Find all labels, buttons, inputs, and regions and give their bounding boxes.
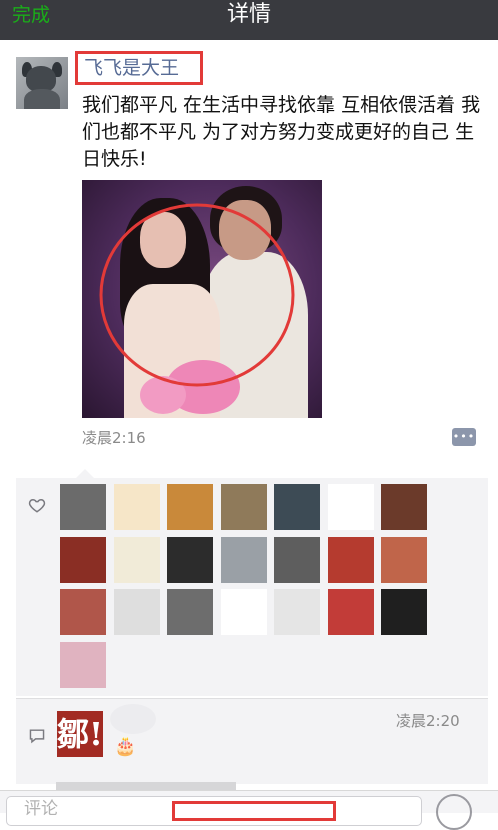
page-title: 详情	[226, 2, 271, 27]
post-time: 凌晨2:16	[82, 429, 146, 447]
avatar-body	[24, 89, 60, 109]
post-photo[interactable]	[82, 180, 322, 418]
avatar[interactable]	[60, 484, 106, 530]
nav-bar: 完成 详情	[0, 0, 498, 40]
avatar[interactable]	[113, 589, 160, 635]
avatar[interactable]	[274, 589, 320, 635]
author-name[interactable]: 飞飞是大王	[75, 51, 203, 85]
cake-icon: 🎂	[114, 736, 137, 757]
dots-glyph: •••	[452, 430, 476, 443]
avatar[interactable]	[327, 536, 374, 583]
avatar[interactable]	[381, 484, 427, 530]
avatar[interactable]	[220, 536, 267, 583]
commenter-avatar[interactable]: 鄒!	[57, 711, 103, 757]
smiley-icon[interactable]	[436, 794, 472, 830]
avatar[interactable]	[113, 484, 160, 530]
avatar[interactable]	[381, 589, 427, 635]
avatar[interactable]	[381, 536, 427, 583]
comment-input-placeholder: 评论	[24, 799, 58, 819]
avatar[interactable]	[113, 536, 160, 583]
comment-time: 凌晨2:20	[396, 712, 460, 730]
comment-dots-icon[interactable]: •••	[452, 428, 476, 446]
avatar[interactable]	[167, 536, 213, 583]
avatar[interactable]	[327, 589, 374, 635]
avatar[interactable]	[220, 589, 267, 635]
comment-icon	[29, 729, 45, 744]
avatar[interactable]	[60, 536, 106, 583]
avatar[interactable]	[60, 641, 106, 688]
next-comment	[56, 782, 236, 790]
avatar[interactable]	[167, 589, 213, 635]
avatar[interactable]	[274, 536, 320, 583]
avatar[interactable]	[327, 484, 374, 530]
author-avatar[interactable]	[16, 57, 68, 109]
avatar[interactable]	[220, 484, 267, 530]
heart-icon	[28, 498, 46, 513]
commenter-name[interactable]	[110, 704, 156, 734]
avatar[interactable]	[167, 484, 213, 530]
post-text: 我们都平凡 在生活中寻找依靠 互相依偎活着 我们也都不平凡 为了对方努力变成更好…	[82, 94, 481, 170]
avatar[interactable]	[60, 589, 106, 635]
avatar[interactable]	[274, 484, 320, 530]
highlight-circle	[99, 203, 295, 387]
highlight-box	[172, 801, 336, 821]
